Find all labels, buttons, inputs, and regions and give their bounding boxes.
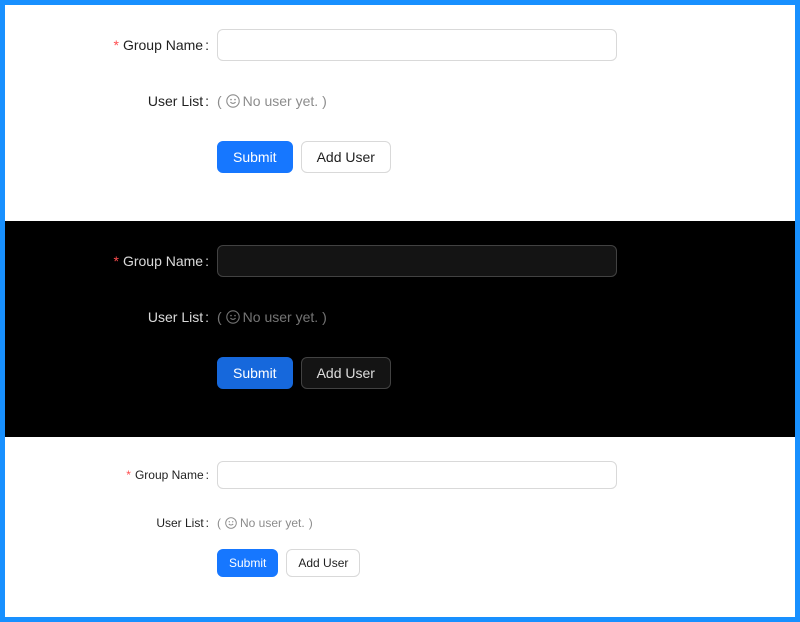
close-paren: ) bbox=[308, 516, 313, 530]
label-colon: : bbox=[205, 37, 209, 53]
group-name-row: * Group Name : bbox=[5, 29, 795, 61]
label-colon: : bbox=[205, 93, 209, 109]
required-mark: * bbox=[113, 37, 119, 53]
user-list-row: User List : ( No user yet. ) bbox=[5, 509, 795, 537]
label-colon: : bbox=[205, 468, 209, 482]
group-name-input[interactable] bbox=[217, 29, 617, 61]
submit-button[interactable]: Submit bbox=[217, 141, 293, 173]
open-paren: ( bbox=[217, 516, 221, 530]
empty-text: No user yet. bbox=[242, 309, 319, 325]
label-colon: : bbox=[205, 309, 209, 325]
user-list-label-text: User List bbox=[147, 93, 204, 109]
user-list-empty: ( No user yet. ) bbox=[217, 93, 327, 109]
group-name-label-text: Group Name bbox=[122, 253, 204, 269]
add-user-button[interactable]: Add User bbox=[286, 549, 361, 577]
empty-text: No user yet. bbox=[242, 93, 319, 109]
group-name-input[interactable] bbox=[217, 245, 617, 277]
demo-frame: * Group Name : User List : ( No user yet… bbox=[5, 5, 795, 617]
close-paren: ) bbox=[322, 93, 327, 109]
required-mark: * bbox=[113, 253, 119, 269]
group-name-label: * Group Name : bbox=[5, 468, 217, 482]
user-list-label-text: User List bbox=[156, 516, 204, 530]
user-list-label: User List : bbox=[5, 309, 217, 325]
group-name-input[interactable] bbox=[217, 461, 617, 489]
label-colon: : bbox=[205, 516, 209, 530]
smile-icon bbox=[225, 517, 237, 529]
user-list-label: User List : bbox=[5, 93, 217, 109]
dark-form-panel: * Group Name : User List : ( No user yet… bbox=[5, 221, 795, 437]
open-paren: ( bbox=[217, 309, 222, 325]
add-user-button[interactable]: Add User bbox=[300, 141, 391, 173]
user-list-row: User List : ( No user yet. ) bbox=[5, 85, 795, 117]
label-colon: : bbox=[205, 253, 209, 269]
smile-icon bbox=[225, 94, 240, 108]
add-user-button[interactable]: Add User bbox=[300, 357, 391, 389]
actions-row: Submit Add User bbox=[5, 549, 795, 577]
user-list-empty: ( No user yet. ) bbox=[217, 516, 313, 530]
small-form-panel: * Group Name : User List : ( No user yet… bbox=[5, 437, 795, 617]
group-name-label-text: Group Name bbox=[134, 468, 204, 482]
user-list-row: User List : ( No user yet. ) bbox=[5, 301, 795, 333]
group-name-row: * Group Name : bbox=[5, 245, 795, 277]
required-mark: * bbox=[126, 468, 131, 482]
light-form-panel: * Group Name : User List : ( No user yet… bbox=[5, 5, 795, 221]
group-name-label: * Group Name : bbox=[5, 37, 217, 53]
submit-button[interactable]: Submit bbox=[217, 549, 279, 577]
user-list-empty: ( No user yet. ) bbox=[217, 309, 327, 325]
group-name-label: * Group Name : bbox=[5, 253, 217, 269]
group-name-label-text: Group Name bbox=[122, 37, 204, 53]
user-list-label-text: User List bbox=[147, 309, 204, 325]
close-paren: ) bbox=[322, 309, 327, 325]
actions-row: Submit Add User bbox=[5, 357, 795, 389]
empty-text: No user yet. bbox=[240, 516, 305, 530]
user-list-label: User List : bbox=[5, 516, 217, 530]
smile-icon bbox=[225, 310, 240, 324]
open-paren: ( bbox=[217, 93, 222, 109]
actions-row: Submit Add User bbox=[5, 141, 795, 173]
group-name-row: * Group Name : bbox=[5, 461, 795, 489]
submit-button[interactable]: Submit bbox=[217, 357, 293, 389]
